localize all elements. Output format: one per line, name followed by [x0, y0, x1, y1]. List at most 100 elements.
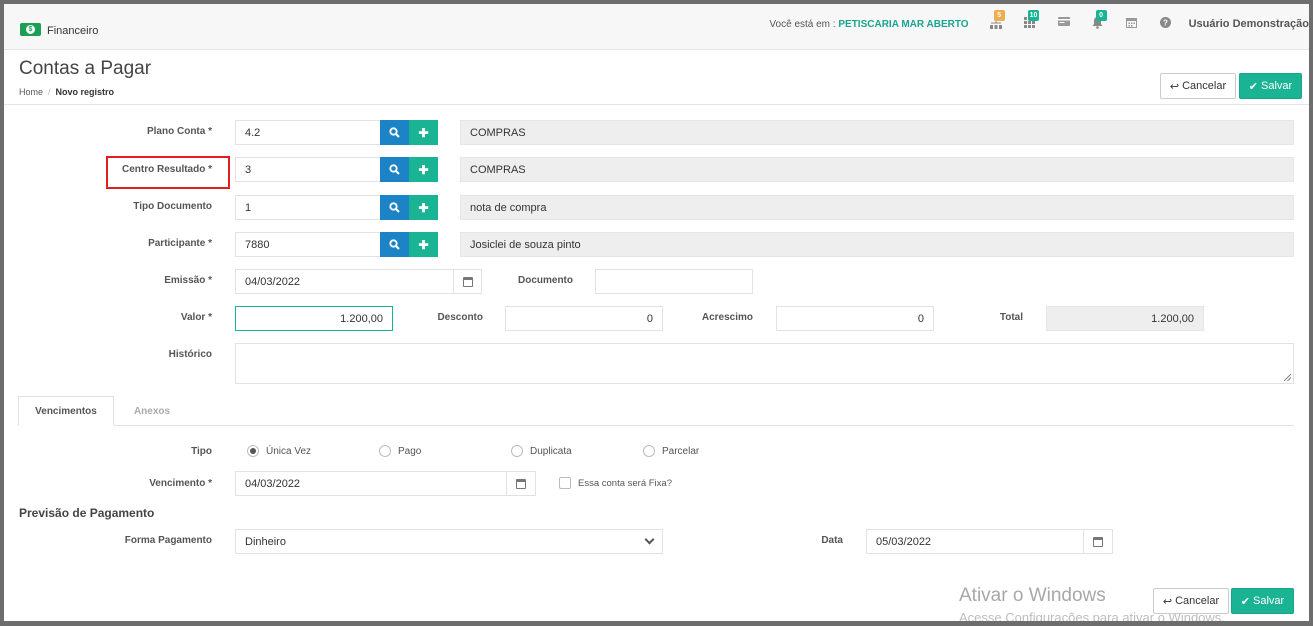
centro-resultado-label: Centro Resultado *	[121, 164, 212, 175]
location-name[interactable]: PETISCARIA MAR ABERTO	[838, 19, 968, 30]
save-button-bottom[interactable]: ✔ Salvar	[1231, 588, 1294, 614]
radio-icon	[379, 445, 391, 457]
radio-selected-icon	[247, 445, 259, 457]
forma-pagamento-select[interactable]: Dinheiro	[235, 529, 663, 554]
help-icon[interactable]: ?	[1155, 17, 1177, 31]
search-icon	[389, 239, 400, 250]
emissao-date-input[interactable]: 04/03/2022	[235, 269, 454, 294]
tabs-divider	[18, 425, 1294, 426]
historico-textarea[interactable]	[235, 343, 1294, 384]
historico-label: Histórico	[168, 349, 212, 360]
radio-icon	[643, 445, 655, 457]
windows-activation-title: Ativar o Windows	[959, 585, 1106, 606]
radio-parcelar[interactable]: Parcelar	[643, 445, 699, 457]
tipo-label: Tipo	[191, 446, 212, 457]
participante-add-button[interactable]: ✚	[409, 232, 438, 257]
header-divider	[4, 104, 1309, 105]
tab-anexos[interactable]: Anexos	[116, 396, 188, 426]
radio-duplicata[interactable]: Duplicata	[511, 445, 572, 457]
total-label: Total	[999, 312, 1023, 323]
valor-input[interactable]: 1.200,00	[235, 306, 393, 331]
grid-icon[interactable]: 10	[1019, 10, 1041, 31]
participante-search-button[interactable]	[380, 232, 409, 257]
plano-conta-add-button[interactable]: ✚	[409, 120, 438, 145]
reply-icon: ↩	[1162, 595, 1173, 608]
breadcrumb-current: Novo registro	[55, 87, 115, 97]
page-title: Contas a Pagar	[19, 58, 152, 79]
bell-icon[interactable]: 0	[1087, 10, 1109, 31]
tipo-documento-input[interactable]: 1	[235, 195, 381, 220]
plano-conta-search-button[interactable]	[380, 120, 409, 145]
acrescimo-input[interactable]: 0	[776, 306, 934, 331]
save-button-top[interactable]: ✔ Salvar	[1239, 73, 1302, 99]
brand[interactable]: $ Financeiro	[20, 21, 98, 37]
org-badge: 5	[993, 10, 1005, 21]
cancel-button-top[interactable]: ↩ Cancelar	[1160, 73, 1236, 99]
plus-icon: ✚	[418, 200, 429, 215]
emissao-calendar-button[interactable]	[453, 269, 482, 294]
conta-fixa-checkbox[interactable]: Essa conta será Fixa?	[559, 477, 672, 489]
tipo-documento-search-button[interactable]	[380, 195, 409, 220]
vencimento-label: Vencimento *	[149, 478, 212, 489]
app-window: $ Financeiro Você está em : PETISCARIA M…	[4, 4, 1309, 621]
plus-icon: ✚	[418, 125, 429, 140]
search-icon	[389, 127, 400, 138]
search-icon	[389, 164, 400, 175]
data-calendar-button[interactable]	[1083, 529, 1113, 554]
svg-text:?: ?	[1163, 19, 1168, 28]
participante-description: Josiclei de souza pinto	[460, 232, 1294, 257]
calendar-icon	[516, 478, 526, 489]
data-date-input[interactable]: 05/03/2022	[866, 529, 1084, 554]
plano-conta-description: COMPRAS	[460, 120, 1294, 145]
radio-pago[interactable]: Pago	[379, 445, 421, 457]
org-chart-icon[interactable]: 5	[985, 10, 1007, 31]
radio-icon	[511, 445, 523, 457]
documento-input[interactable]	[595, 269, 753, 294]
breadcrumb-home[interactable]: Home	[19, 87, 43, 97]
resize-grip-icon[interactable]	[1284, 374, 1291, 381]
top-right-area: Você está em : PETISCARIA MAR ABERTO 5 1…	[769, 10, 1309, 34]
card-icon[interactable]	[1053, 17, 1075, 31]
centro-resultado-description: COMPRAS	[460, 157, 1294, 182]
tipo-documento-add-button[interactable]: ✚	[409, 195, 438, 220]
centro-resultado-search-button[interactable]	[380, 157, 409, 182]
tab-vencimentos[interactable]: Vencimentos	[18, 396, 114, 426]
app-name: Financeiro	[47, 25, 99, 37]
plano-conta-input[interactable]: 4.2	[235, 120, 381, 145]
total-value: 1.200,00	[1046, 306, 1204, 331]
forma-pagamento-label: Forma Pagamento	[124, 535, 212, 546]
vencimento-calendar-button[interactable]	[506, 471, 536, 496]
cancel-button-bottom[interactable]: ↩ Cancelar	[1153, 588, 1229, 614]
search-icon	[389, 202, 400, 213]
plano-conta-label: Plano Conta *	[146, 126, 212, 137]
previsao-section-title: Previsão de Pagamento	[19, 506, 155, 520]
calendar-icon	[1093, 536, 1103, 547]
check-icon: ✔	[1248, 80, 1259, 93]
breadcrumb-separator: /	[48, 87, 51, 97]
calendar-icon[interactable]	[1121, 17, 1143, 31]
chevron-down-icon	[644, 534, 655, 545]
plus-icon: ✚	[418, 162, 429, 177]
vencimento-date-input[interactable]: 04/03/2022	[235, 471, 507, 496]
user-menu[interactable]: Usuário Demonstração	[1189, 18, 1309, 30]
documento-label: Documento	[518, 275, 573, 286]
money-icon: $	[20, 22, 41, 36]
checkbox-icon	[559, 477, 571, 489]
check-icon: ✔	[1240, 595, 1251, 608]
radio-unica-vez[interactable]: Única Vez	[247, 445, 311, 457]
desconto-label: Desconto	[437, 312, 483, 323]
centro-resultado-add-button[interactable]: ✚	[409, 157, 438, 182]
current-location: Você está em : PETISCARIA MAR ABERTO	[769, 18, 969, 30]
top-navbar: $ Financeiro Você está em : PETISCARIA M…	[4, 4, 1309, 50]
participante-label: Participante *	[148, 238, 212, 249]
desconto-input[interactable]: 0	[505, 306, 663, 331]
acrescimo-label: Acrescimo	[701, 312, 753, 323]
breadcrumb: Home / Novo registro	[19, 87, 114, 97]
calendar-icon	[462, 276, 473, 287]
grid-badge: 10	[1027, 10, 1040, 21]
participante-input[interactable]: 7880	[235, 232, 381, 257]
plus-icon: ✚	[418, 237, 429, 252]
tipo-documento-description: nota de compra	[460, 195, 1294, 220]
centro-resultado-input[interactable]: 3	[235, 157, 381, 182]
emissao-label: Emissão *	[164, 275, 212, 286]
